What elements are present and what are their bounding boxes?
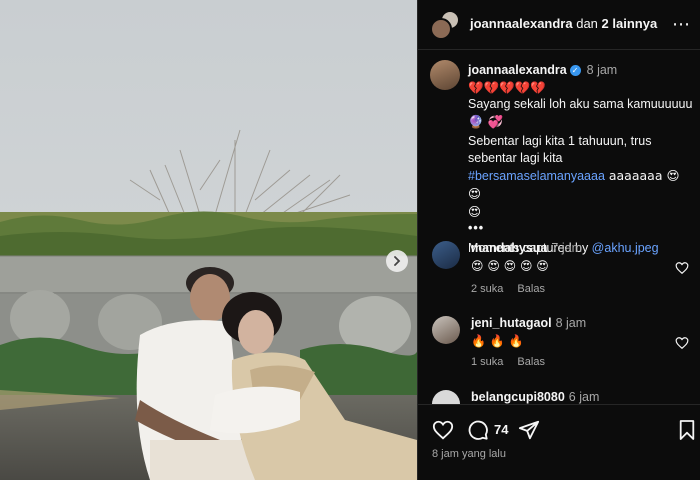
post-photo[interactable] bbox=[0, 0, 417, 480]
caption-line: 🔮 💞 bbox=[468, 114, 504, 129]
collab-header-text: joannaalexandra dan 2 lainnya bbox=[470, 16, 657, 31]
post-caption: joannaalexandra ✓ 8 jam 💔💔💔💔💔 Sayang sekal… bbox=[468, 62, 694, 257]
share-icon[interactable] bbox=[518, 419, 540, 441]
heart-icon[interactable] bbox=[432, 419, 454, 441]
comment-item: mandahysua 7 jam 😍 😍 😍 😍 😍 2 suka Balas bbox=[418, 241, 700, 303]
avatar bbox=[430, 18, 452, 40]
comment-text: 😍 😍 😍 😍 😍 bbox=[471, 259, 549, 273]
bookmark-icon[interactable] bbox=[678, 419, 696, 441]
heart-icon[interactable] bbox=[675, 336, 689, 350]
collab-avatars[interactable] bbox=[430, 10, 460, 40]
header-username[interactable]: joannaalexandra bbox=[470, 16, 573, 31]
comment-count: 74 bbox=[494, 422, 509, 437]
post-side-panel: joannaalexandra dan 2 lainnya ⋯ joannaal… bbox=[417, 0, 700, 480]
comment-likes[interactable]: 2 suka bbox=[471, 283, 503, 295]
post-time-ago: 8 jam yang lalu bbox=[432, 448, 506, 460]
reply-button[interactable]: Balas bbox=[517, 356, 545, 368]
caption-line: ••• bbox=[468, 221, 485, 235]
caption-time: 8 jam bbox=[586, 63, 618, 77]
comment-username[interactable]: jeni_hutagaol bbox=[471, 316, 552, 330]
comment-likes[interactable]: 1 suka bbox=[471, 356, 503, 368]
comment-time: 8 jam bbox=[555, 316, 587, 330]
caption-username[interactable]: joannaalexandra bbox=[468, 63, 567, 77]
hashtag-link[interactable]: #bersamaselamanyaaaa bbox=[468, 169, 605, 183]
avatar[interactable] bbox=[432, 241, 460, 269]
next-image-button[interactable] bbox=[386, 250, 408, 272]
chevron-right-icon bbox=[394, 256, 401, 266]
caption-line: 💔💔💔💔💔 bbox=[468, 80, 546, 95]
caption-line: 😍 bbox=[468, 204, 482, 219]
more-icon: ⋯ bbox=[672, 14, 691, 34]
avatar[interactable] bbox=[430, 60, 460, 90]
post-header: joannaalexandra dan 2 lainnya ⋯ bbox=[418, 0, 700, 50]
reply-button[interactable]: Balas bbox=[517, 283, 545, 295]
comment-time: 6 jam bbox=[568, 390, 600, 404]
caption-line: Sebentar lagi kita 1 tahuuun, trus seben… bbox=[468, 134, 652, 165]
caption-line: Sayang sekali loh aku sama kamuuuuuu bbox=[468, 97, 693, 111]
comment-username[interactable]: mandahysua bbox=[471, 241, 547, 255]
header-connector: dan bbox=[572, 16, 602, 31]
comment-icon[interactable] bbox=[467, 419, 489, 441]
comment-item: belangcupi8080 6 jam bbox=[418, 390, 700, 404]
comment-username[interactable]: belangcupi8080 bbox=[471, 390, 565, 404]
comment-text: 🔥 🔥 🔥 bbox=[471, 334, 524, 348]
header-others-link[interactable]: 2 lainnya bbox=[602, 16, 658, 31]
heart-icon[interactable] bbox=[675, 261, 689, 275]
post-actions-bar: 74 8 jam yang lalu bbox=[418, 404, 700, 480]
avatar[interactable] bbox=[432, 390, 460, 404]
comment-item: jeni_hutagaol 8 jam 🔥 🔥 🔥 1 suka Balas bbox=[418, 316, 700, 378]
photo-illustration bbox=[0, 0, 417, 480]
verified-badge-icon: ✓ bbox=[569, 65, 581, 77]
instagram-post-view: joannaalexandra dan 2 lainnya ⋯ joannaal… bbox=[0, 0, 700, 480]
comments-scroll-area[interactable]: joannaalexandra ✓ 8 jam 💔💔💔💔💔 Sayang sekal… bbox=[418, 51, 700, 404]
comment-time: 7 jam bbox=[551, 241, 582, 255]
avatar[interactable] bbox=[432, 316, 460, 344]
more-options-button[interactable]: ⋯ bbox=[672, 14, 691, 35]
